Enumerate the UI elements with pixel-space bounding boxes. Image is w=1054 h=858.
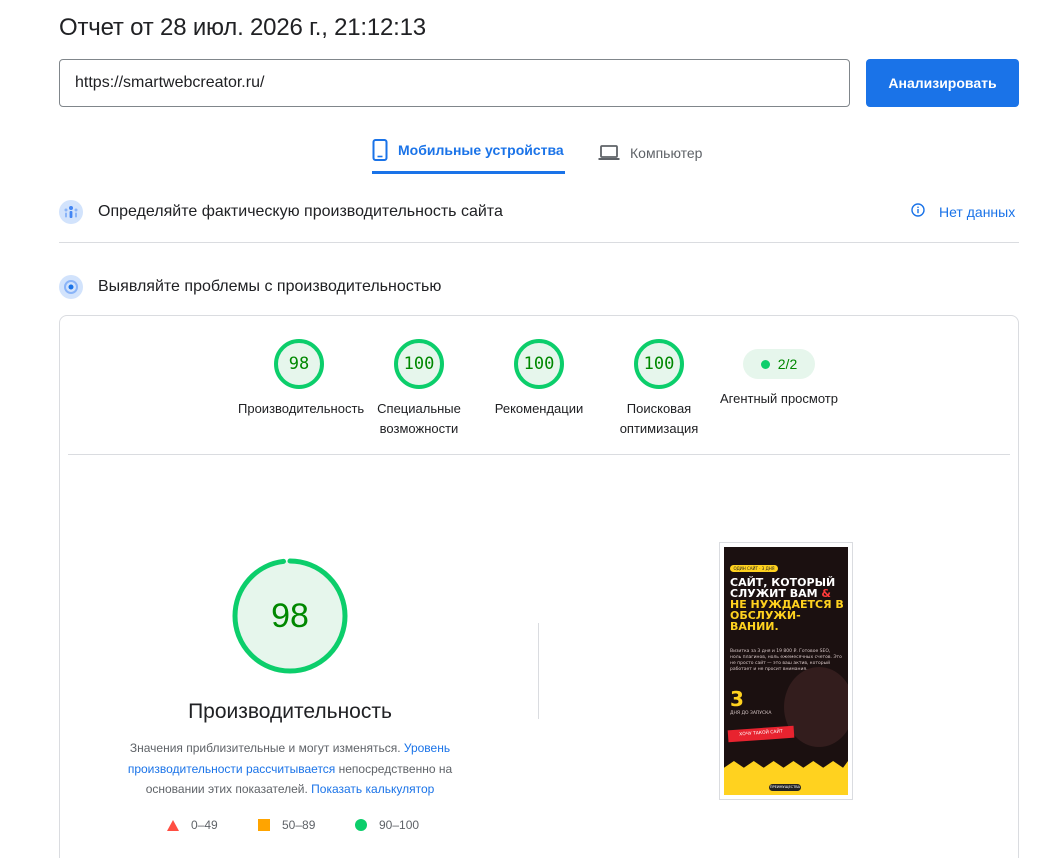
legend-average: 50–89 <box>258 818 315 832</box>
gauge-performance[interactable]: 98 Производительность <box>238 339 365 419</box>
lab-data-title: Выявляйте проблемы с производительностью <box>98 278 442 295</box>
gauge-label: Специальные возможности <box>377 401 461 436</box>
vertical-divider <box>538 623 539 719</box>
card-divider <box>68 454 1010 455</box>
gauge-label: Агентный просмотр <box>720 391 838 406</box>
info-icon <box>911 203 925 220</box>
legend-pass: 90–100 <box>355 818 419 832</box>
legend-fail: 0–49 <box>167 818 218 832</box>
no-data-link[interactable]: Нет данных <box>911 203 1015 220</box>
gauge-label: Поисковая оптимизация <box>619 401 699 436</box>
laptop-icon <box>598 145 620 161</box>
tab-desktop[interactable]: Компьютер <box>598 132 702 174</box>
screenshot-badge: ПРЕИМУЩЕСТВА <box>769 784 801 791</box>
gauge-agent-browsing[interactable]: 2/2 Агентный просмотр <box>718 339 840 409</box>
performance-title: Производительность <box>188 700 392 723</box>
page-screenshot: ОДИН САЙТ · 3 ДНЯ САЙТ, КОТОРЫЙ СЛУЖИТ В… <box>724 547 848 795</box>
agent-pill: 2/2 <box>743 349 815 379</box>
legend-average-label: 50–89 <box>282 818 316 832</box>
url-input[interactable] <box>59 59 850 107</box>
pass-dot-icon <box>760 359 770 369</box>
lab-data-section: Выявляйте проблемы с производительностью <box>59 273 1019 301</box>
gauge-seo[interactable]: 100 Поисковая оптимизация <box>598 339 720 439</box>
screenshot-chip: ОДИН САЙТ · 3 ДНЯ <box>730 565 778 572</box>
gauge-score: 100 <box>394 339 444 389</box>
gauge-score: 100 <box>634 339 684 389</box>
gauge-score: 100 <box>514 339 564 389</box>
show-calculator-link[interactable]: Показать калькулятор <box>311 782 434 796</box>
field-data-title: Определяйте фактическую производительнос… <box>98 203 503 220</box>
square-icon <box>258 819 270 831</box>
legend-pass-label: 90–100 <box>379 818 420 832</box>
triangle-icon <box>167 819 179 831</box>
gauge-best-practices[interactable]: 100 Рекомендации <box>478 339 600 419</box>
legend-fail-label: 0–49 <box>191 818 218 832</box>
users-icon <box>59 200 83 224</box>
phone-icon <box>372 139 388 161</box>
gauge-accessibility[interactable]: 100 Специальные возможности <box>358 339 480 439</box>
gauge-label: Производительность <box>238 401 365 416</box>
report-title: Отчет от 28 июл. 2026 г., 21:12:13 <box>59 14 426 41</box>
headline-part-2: НЕ НУЖДАЕТСЯ В ОБСЛУЖИ-ВАНИИ. <box>730 598 844 633</box>
tab-desktop-label: Компьютер <box>630 145 703 161</box>
gauge-score: 98 <box>274 339 324 389</box>
desc-text-1: Значения приблизительные и могут изменят… <box>129 741 404 755</box>
screenshot-headline: САЙТ, КОТОРЫЙ СЛУЖИТ ВАМ & НЕ НУЖДАЕТСЯ … <box>730 577 846 632</box>
screenshot-cta: ХОЧУ ТАКОЙ САЙТ <box>727 725 795 743</box>
tab-mobile-label: Мобильные устройства <box>398 142 564 158</box>
agent-value: 2/2 <box>777 356 798 372</box>
tab-mobile[interactable]: Мобильные устройства <box>372 132 565 174</box>
section-divider <box>59 242 1019 243</box>
analyze-button[interactable]: Анализировать <box>866 59 1019 107</box>
screenshot-number: 3 <box>730 687 744 711</box>
performance-score: 98 <box>271 596 309 635</box>
no-data-label: Нет данных <box>939 203 1016 220</box>
gauge-label: Рекомендации <box>494 401 584 416</box>
diagnostics-icon <box>59 275 83 299</box>
field-data-section: Определяйте фактическую производительнос… <box>59 198 1019 226</box>
performance-description: Значения приблизительные и могут изменят… <box>112 738 468 800</box>
headline-part-1: САЙТ, КОТОРЫЙ СЛУЖИТ ВАМ <box>730 576 836 600</box>
circle-icon <box>355 819 367 831</box>
screenshot-number-caption: ДНЯ ДО ЗАПУСКА <box>730 711 772 716</box>
screenshot-body: Визитка за 3 дня и 19 800 ₽. Готовое SEO… <box>730 649 842 672</box>
